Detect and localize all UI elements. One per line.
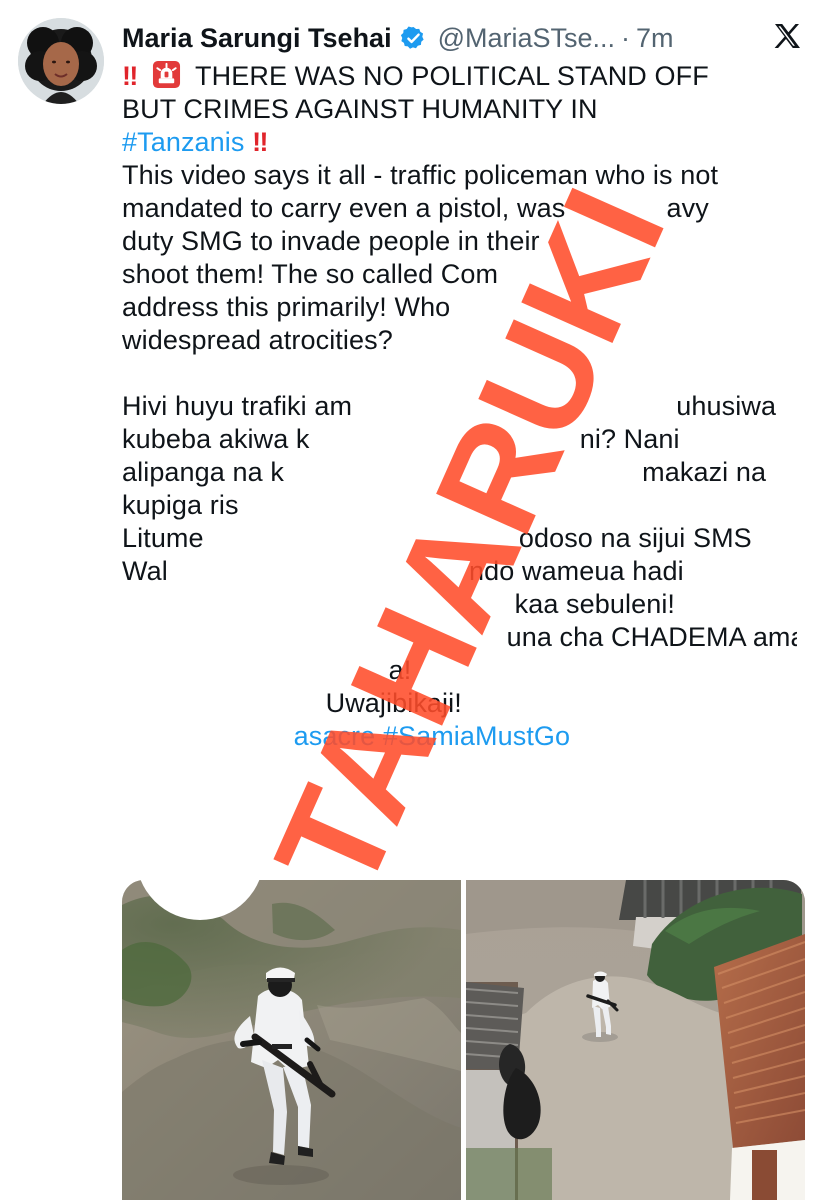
- post-text-line: kaa sebuleni!: [122, 588, 797, 621]
- post-text-line: kupiga ris: [122, 490, 239, 520]
- post-text-line: duty SMG to invade people in their: [122, 226, 540, 256]
- post-text-line: Litume odoso na sijui SMS: [122, 522, 797, 555]
- police-light-icon: [152, 60, 181, 89]
- post-text-segment: ni? Nani: [579, 424, 680, 454]
- post-text-line: Hivi huyu trafiki am uhusiwa: [122, 390, 797, 423]
- author-avatar[interactable]: [18, 18, 104, 104]
- post-text-segment: uhusiwa: [676, 391, 777, 421]
- post-text-line: #Tanzanis ‼: [122, 126, 797, 159]
- post-text-segment: a!: [388, 655, 412, 685]
- video-thumbnail-left[interactable]: [122, 880, 461, 1200]
- post-text-segment: alipanga na k: [122, 457, 284, 487]
- post-header: Maria Sarungi Tsehai @MariaSTse... · 7m: [122, 18, 732, 58]
- post-text-line: shoot them! The so called Com: [122, 259, 499, 289]
- post-text-segment: Uwajibikaji!: [325, 688, 462, 718]
- post-text-segment: Hivi huyu trafiki am: [122, 391, 353, 421]
- post-text-segment: THERE WAS NO POLITICAL STAND OFF: [195, 61, 709, 91]
- double-exclamation-icon: ‼: [252, 127, 268, 157]
- post-text-segment: kubeba akiwa k: [122, 424, 310, 454]
- post-media-grid[interactable]: [122, 880, 805, 1200]
- post-text-segment: ndo wameua hadi: [469, 556, 684, 586]
- verified-badge-icon: [400, 25, 427, 52]
- post-text-line: This video says it all - traffic policem…: [122, 160, 719, 190]
- post-text-line: asacre #SamiaMustGo: [122, 720, 797, 753]
- post-text-segment: una cha CHADEMA ama: [506, 622, 797, 652]
- post-text-line: address this primarily! Who: [122, 292, 451, 322]
- hashtag-link[interactable]: asacre: [294, 721, 376, 751]
- post-text-segment: makazi na: [642, 457, 767, 487]
- post-text-line: Wal ndo wameua hadi: [122, 555, 797, 588]
- post-text: ‼ THERE WAS NO POLITICAL STAND OFF BUT C…: [122, 60, 797, 753]
- post-text-line: mandated to carry even a pistol, was avy: [122, 192, 797, 225]
- post-text-line: widespread atrocities?: [122, 325, 393, 355]
- post-text-line: alipanga na k makazi na: [122, 456, 797, 489]
- post-text-line: BUT CRIMES AGAINST HUMANITY IN: [122, 94, 598, 124]
- x-logo-icon[interactable]: [768, 18, 804, 54]
- post-text-segment: mandated to carry even a pistol, was: [122, 193, 566, 223]
- post-text-line: ‼ THERE WAS NO POLITICAL STAND OFF: [122, 60, 797, 93]
- post-text-segment: avy: [666, 193, 709, 223]
- media-right-edge: [805, 880, 822, 1200]
- video-thumbnail-right[interactable]: [466, 880, 805, 1200]
- post-text-segment: Wal: [122, 556, 168, 586]
- meta-separator: ·: [621, 23, 631, 53]
- hashtag-link[interactable]: #Tanzanis: [122, 127, 244, 157]
- post-text-line: Uwajibikaji!: [122, 687, 797, 720]
- post-text-segment: odoso na sijui SMS: [518, 523, 752, 553]
- post-time[interactable]: 7m: [636, 18, 674, 58]
- author-name[interactable]: Maria Sarungi Tsehai: [122, 18, 392, 58]
- hashtag-link[interactable]: #SamiaMustGo: [383, 721, 570, 751]
- author-handle[interactable]: @MariaSTse...: [438, 18, 615, 58]
- post-text-segment: kaa sebuleni!: [514, 589, 676, 619]
- post-text-segment: Litume: [122, 523, 204, 553]
- post-text-line: a!: [122, 654, 797, 687]
- post-text-line: kubeba akiwa k ni? Nani: [122, 423, 797, 456]
- social-post-screenshot: Maria Sarungi Tsehai @MariaSTse... · 7m …: [0, 0, 822, 1200]
- post-text-line: una cha CHADEMA ama: [122, 621, 797, 654]
- double-exclamation-icon: ‼: [122, 61, 138, 91]
